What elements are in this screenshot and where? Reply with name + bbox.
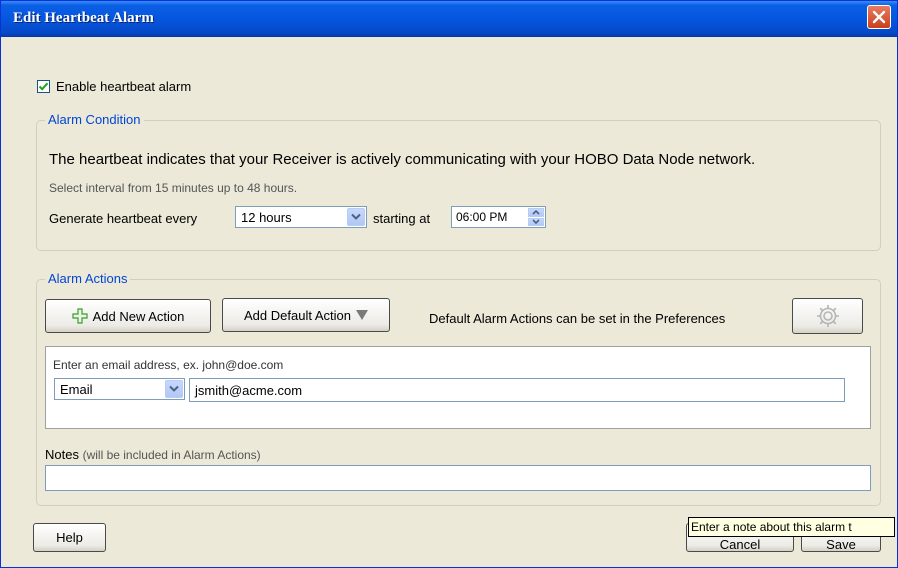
start-time-spinner[interactable]: 06:00 PM [451,206,546,228]
dialog-title: Edit Heartbeat Alarm [13,10,154,26]
generate-heartbeat-label: Generate heartbeat every [49,211,198,226]
interval-dropdown-button[interactable] [347,208,365,226]
alarm-actions-legend: Alarm Actions [45,271,131,286]
default-actions-note: Default Alarm Actions can be set in the … [429,311,726,326]
notes-input[interactable] [45,465,871,491]
alarm-condition-legend: Alarm Condition [45,112,144,127]
notes-tooltip: Enter a note about this alarm t [688,517,895,537]
help-button[interactable]: Help [33,523,106,552]
add-default-action-button[interactable]: Add Default Action [222,298,390,332]
help-label: Help [56,530,83,545]
chevron-down-icon [169,385,179,392]
enable-heartbeat-checkbox[interactable] [37,80,50,93]
add-default-action-label: Add Default Action [244,307,351,323]
notes-sub-label: (will be included in Alarm Actions) [82,448,261,462]
preferences-button[interactable] [792,298,863,334]
notes-label-text: Notes [45,447,79,462]
add-new-action-label: Add New Action [92,308,185,324]
save-label: Save [826,537,856,552]
chevron-down-icon [351,213,361,220]
email-hint: Enter an email address, ex. john@doe.com [53,358,284,372]
gear-icon [816,305,839,327]
close-icon [872,10,886,24]
spinner-buttons [528,208,544,226]
email-address-value: jsmith@acme.com [195,382,303,398]
spinner-down-button[interactable] [528,217,544,226]
action-type-select[interactable]: Email [54,378,185,400]
cancel-label: Cancel [719,537,761,552]
title-bar[interactable]: Edit Heartbeat Alarm [1,1,897,37]
action-type-value: Email [60,381,93,397]
chevron-down-icon [532,219,540,225]
add-new-action-button[interactable]: Add New Action [45,299,211,333]
start-time-value[interactable]: 06:00 PM [456,210,507,224]
triangle-down-icon [355,310,368,320]
enable-heartbeat-label: Enable heartbeat alarm [56,79,192,94]
checkmark-icon [38,82,49,91]
heartbeat-description: The heartbeat indicates that your Receiv… [49,151,756,168]
email-address-input[interactable]: jsmith@acme.com [189,378,845,402]
interval-hint: Select interval from 15 minutes up to 48… [49,181,298,195]
chevron-up-icon [532,209,540,215]
notes-label: Notes (will be included in Alarm Actions… [45,447,261,462]
spinner-up-button[interactable] [528,208,544,217]
interval-select[interactable]: 12 hours [235,206,367,228]
enable-heartbeat-row[interactable]: Enable heartbeat alarm [37,79,191,94]
plus-icon [72,308,88,324]
interval-value: 12 hours [241,209,292,225]
starting-at-label: starting at [373,211,431,226]
action-type-dropdown-button[interactable] [165,380,183,398]
dialog-window: Edit Heartbeat Alarm Enable heartbeat al… [0,0,898,568]
close-button[interactable] [867,5,891,29]
